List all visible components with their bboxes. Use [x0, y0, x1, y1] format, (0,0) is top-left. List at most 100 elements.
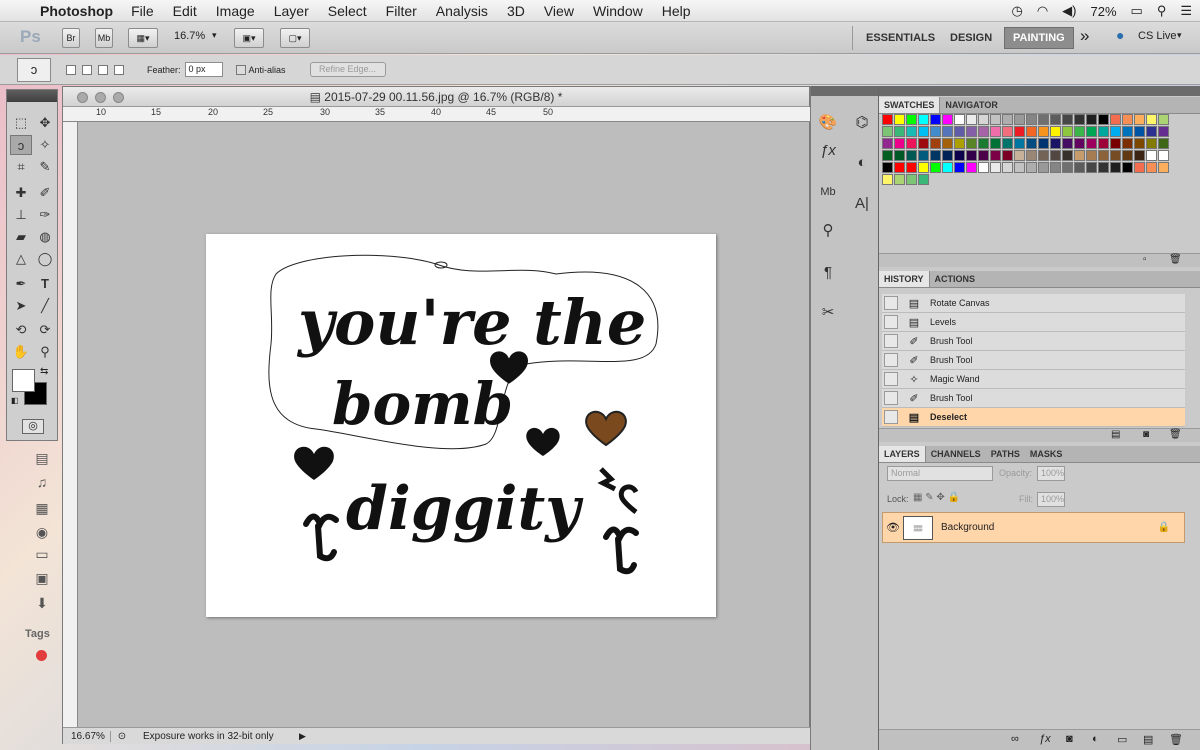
color-swatch[interactable] [1122, 162, 1133, 173]
history-snapshot-checkbox[interactable] [884, 353, 898, 367]
color-swatch[interactable] [942, 162, 953, 173]
color-swatch[interactable] [1086, 126, 1097, 137]
subtract-selection-icon[interactable] [98, 64, 108, 75]
intersect-selection-icon[interactable] [114, 64, 124, 75]
color-swatch[interactable] [954, 126, 965, 137]
app-menu[interactable]: Photoshop [40, 3, 113, 19]
tab-actions[interactable]: ACTIONS [930, 271, 981, 287]
zoom-tool-icon[interactable]: ⚲ [34, 342, 56, 362]
new-group-icon[interactable]: ▭ [1117, 733, 1127, 746]
color-swatch[interactable] [894, 126, 905, 137]
quick-mask-button[interactable]: ◎ [22, 419, 44, 434]
color-swatch[interactable] [954, 138, 965, 149]
folder-icon[interactable]: ▭ [33, 546, 51, 564]
color-swatch[interactable] [978, 150, 989, 161]
menu-help[interactable]: Help [662, 3, 691, 19]
color-swatch[interactable] [930, 150, 941, 161]
refine-edge-button[interactable]: Refine Edge... [309, 62, 386, 77]
color-swatch[interactable] [990, 114, 1001, 125]
history-snapshot-checkbox[interactable] [884, 296, 898, 310]
add-mask-icon[interactable]: ◙ [1066, 733, 1073, 745]
paint-bucket-tool-icon[interactable]: ◍ [34, 227, 56, 247]
color-swatch[interactable] [1002, 150, 1013, 161]
color-swatch[interactable] [1014, 126, 1025, 137]
zoom-window-icon[interactable] [113, 92, 124, 103]
menu-image[interactable]: Image [216, 3, 255, 19]
color-swatch[interactable] [1050, 162, 1061, 173]
history-state-row[interactable]: ✐ Brush Tool [882, 389, 1185, 408]
tool-presets-panel-icon[interactable]: ✂ [813, 298, 843, 328]
color-swatch[interactable] [1026, 114, 1037, 125]
color-swatch[interactable] [1050, 138, 1061, 149]
bridge-button[interactable]: Br [62, 28, 80, 48]
styles-panel-icon[interactable]: ƒx [813, 136, 843, 166]
status-menu-arrow-icon[interactable]: ▶ [299, 731, 306, 742]
menu-analysis[interactable]: Analysis [436, 3, 488, 19]
minimize-window-icon[interactable] [95, 92, 106, 103]
menu-view[interactable]: View [544, 3, 574, 19]
color-swatch[interactable] [1158, 162, 1169, 173]
wifi-icon[interactable]: ◠ [1037, 3, 1048, 19]
color-swatch[interactable] [1110, 162, 1121, 173]
color-swatch[interactable] [1110, 114, 1121, 125]
color-swatch[interactable] [906, 162, 917, 173]
opacity-input[interactable]: 100% [1037, 466, 1065, 481]
color-swatch[interactable] [942, 126, 953, 137]
color-swatch[interactable] [1146, 126, 1157, 137]
color-swatch[interactable] [966, 114, 977, 125]
color-swatch[interactable] [966, 162, 977, 173]
color-swatch[interactable] [1014, 150, 1025, 161]
color-swatch[interactable] [1146, 162, 1157, 173]
color-swatch[interactable] [1050, 150, 1061, 161]
color-swatch[interactable] [966, 138, 977, 149]
zoom-level-dropdown[interactable]: 16.7% [174, 30, 205, 42]
history-brush-tool-icon[interactable]: ✑ [34, 205, 56, 225]
history-state-row[interactable]: ▤ Rotate Canvas [882, 294, 1185, 313]
fill-input[interactable]: 100% [1037, 492, 1065, 507]
color-swatch[interactable] [954, 150, 965, 161]
blend-mode-select[interactable]: Normal [887, 466, 993, 481]
vertical-ruler[interactable] [63, 122, 78, 727]
color-swatch[interactable] [894, 114, 905, 125]
new-snapshot-icon[interactable]: ◙ [1143, 429, 1149, 440]
color-swatch[interactable] [1050, 114, 1061, 125]
type-tool-icon[interactable]: T [34, 274, 56, 294]
adjustments-panel-icon[interactable]: ◐ [847, 148, 877, 178]
color-swatch[interactable] [1014, 114, 1025, 125]
menu-file[interactable]: File [131, 3, 154, 19]
clone-source-panel-icon[interactable]: ⚲ [813, 216, 843, 246]
color-swatch[interactable] [954, 162, 965, 173]
color-swatch[interactable] [1086, 138, 1097, 149]
tab-history[interactable]: HISTORY [879, 271, 930, 287]
anti-alias-checkbox[interactable] [235, 64, 246, 75]
color-swatch[interactable] [1122, 138, 1133, 149]
tools-panel-header[interactable] [7, 90, 57, 102]
color-swatch[interactable] [1002, 114, 1013, 125]
color-swatch[interactable] [1158, 138, 1169, 149]
color-swatch[interactable] [1122, 150, 1133, 161]
blur-tool-icon[interactable]: △ [10, 249, 32, 269]
more-workspaces-icon[interactable]: » [1080, 26, 1089, 46]
3d-orbit-tool-icon[interactable]: ⟳ [34, 320, 56, 340]
history-snapshot-checkbox[interactable] [884, 334, 898, 348]
zoom-percent-field[interactable]: 16.67% [63, 730, 111, 742]
view-extras-button[interactable]: ▦▾ [128, 28, 158, 48]
color-swatch[interactable] [1062, 150, 1073, 161]
eyedropper-tool-icon[interactable]: ✎ [34, 157, 56, 177]
menu-select[interactable]: Select [328, 3, 367, 19]
menu-filter[interactable]: Filter [386, 3, 417, 19]
color-swatch[interactable] [1158, 126, 1169, 137]
tab-layers[interactable]: LAYERS [879, 446, 926, 462]
default-colors-icon[interactable]: ◧ [11, 396, 19, 405]
hand-tool-icon[interactable]: ✋ [10, 342, 32, 362]
color-swatch[interactable] [894, 162, 905, 173]
volume-icon[interactable]: ◀) [1062, 3, 1076, 19]
color-swatch[interactable] [1110, 126, 1121, 137]
color-swatch[interactable] [1014, 138, 1025, 149]
color-swatch[interactable] [1074, 114, 1085, 125]
color-swatch[interactable] [990, 162, 1001, 173]
delete-state-icon[interactable]: 🗑 [1169, 429, 1182, 440]
color-swatch[interactable] [978, 126, 989, 137]
paragraph-panel-icon[interactable]: ¶ [813, 258, 843, 288]
color-swatch[interactable] [1158, 150, 1169, 161]
